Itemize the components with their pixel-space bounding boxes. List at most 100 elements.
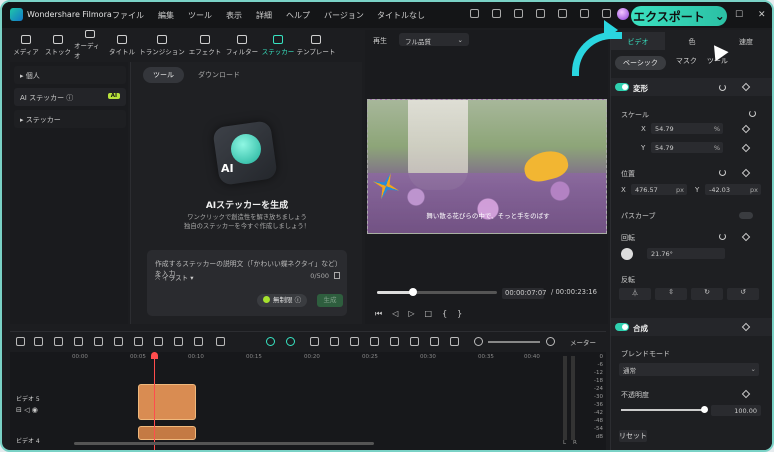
blend-mode-select[interactable]: 通常 ⌄ — [619, 363, 759, 376]
composite-toggle[interactable] — [615, 323, 629, 331]
cut-icon[interactable] — [114, 337, 123, 346]
scale-x-field[interactable]: 54.79% — [651, 123, 723, 134]
slider-knob[interactable] — [701, 406, 708, 413]
menu-version[interactable]: バージョン — [324, 10, 364, 21]
flip-horizontal-icon[interactable]: ⏃ — [619, 288, 651, 300]
record-icon[interactable] — [194, 337, 203, 346]
subtab-basic[interactable]: ベーシック — [615, 56, 666, 70]
rotate-right-icon[interactable]: ↻ — [691, 288, 723, 300]
undo-icon[interactable] — [54, 337, 63, 346]
position-y-field[interactable]: -42.03 px — [705, 184, 761, 195]
split-icon[interactable] — [350, 337, 359, 346]
microphone-icon[interactable] — [390, 337, 399, 346]
scale-y-field[interactable]: 54.79% — [651, 142, 723, 153]
reset-icon[interactable] — [719, 84, 726, 91]
reset-button[interactable]: リセット — [619, 430, 647, 442]
shield-icon[interactable] — [370, 337, 379, 346]
rotate-dial[interactable] — [621, 248, 633, 260]
list-icon[interactable] — [410, 337, 419, 346]
reset-icon[interactable] — [719, 233, 726, 240]
speed-icon[interactable] — [310, 337, 319, 346]
storage-icon[interactable] — [514, 9, 523, 18]
zoom-slider[interactable] — [488, 341, 540, 343]
keyframe-icon[interactable] — [741, 124, 751, 134]
path-curve-toggle[interactable] — [739, 212, 753, 219]
marker-icon[interactable] — [330, 337, 339, 346]
timeline-ruler[interactable]: 00:00 00:05 00:10 00:15 00:20 00:25 00:3… — [72, 352, 542, 366]
close-icon[interactable]: ✕ — [758, 10, 766, 20]
keyframe-icon[interactable] — [741, 232, 751, 242]
keyframe-icon[interactable] — [741, 82, 751, 92]
zoom-out-icon[interactable] — [474, 337, 483, 346]
sticker-clip[interactable] — [138, 384, 196, 420]
mark-out-icon[interactable]: } — [457, 309, 462, 319]
zoom-in-icon[interactable] — [546, 337, 555, 346]
ai-tool-icon[interactable] — [266, 337, 275, 346]
crop-icon[interactable] — [134, 337, 143, 346]
tool-stock[interactable]: ストック — [42, 30, 74, 60]
rotate-field[interactable]: 21.76° — [647, 248, 725, 259]
speed-ramp-icon[interactable] — [450, 337, 459, 346]
reset-icon[interactable] — [749, 110, 756, 117]
tab-tools[interactable]: ツール — [143, 67, 184, 83]
generate-button[interactable]: 生成 — [317, 294, 343, 307]
reset-icon[interactable] — [719, 169, 726, 176]
track-controls[interactable]: ⊟ ◁ ◉ — [16, 406, 38, 414]
delete-icon[interactable] — [94, 337, 103, 346]
tool-title[interactable]: タイトル — [106, 30, 138, 60]
play-icon[interactable]: ▷ — [408, 309, 414, 319]
tool-media[interactable]: メディア — [10, 30, 42, 60]
quality-select[interactable]: フル品質 ⌄ — [399, 33, 469, 46]
menu-view[interactable]: 表示 — [226, 10, 242, 21]
more-icon[interactable] — [216, 337, 225, 346]
flip-vertical-icon[interactable]: ⇳ — [655, 288, 687, 300]
menu-edit[interactable]: 編集 — [158, 10, 174, 21]
tool-template[interactable]: テンプレート — [296, 30, 336, 60]
maximize-icon[interactable]: ☐ — [735, 10, 743, 20]
rotate-left-icon[interactable]: ↺ — [727, 288, 759, 300]
snap-icon[interactable] — [286, 337, 295, 346]
tool-effects[interactable]: エフェクト — [186, 30, 224, 60]
select-tool-icon[interactable] — [34, 337, 43, 346]
tool-audio[interactable]: オーディオ — [74, 30, 106, 60]
tab-download[interactable]: ダウンロード — [190, 67, 248, 83]
trash-icon[interactable] — [334, 272, 340, 279]
avatar[interactable] — [617, 8, 629, 20]
meter-label[interactable]: メーター — [570, 337, 596, 347]
video-clip[interactable] — [138, 426, 196, 440]
keyframe-icon[interactable] — [741, 389, 751, 399]
video-preview[interactable]: 舞い散る花びらの中で、そっと手をのばす — [367, 99, 607, 234]
text-icon[interactable] — [174, 337, 183, 346]
opacity-field[interactable]: 100.00 — [711, 405, 761, 416]
prompt-box[interactable]: 作成するステッカーの説明文（「かわいい蝶ネクタイ」など）を入力 ⤧ イラスト ▾… — [147, 250, 347, 316]
tool-transition[interactable]: トランジション — [138, 30, 186, 60]
position-x-field[interactable]: 476.57 px — [631, 184, 687, 195]
video-caption[interactable]: 舞い散る花びらの中で、そっと手をのばす — [398, 210, 578, 220]
category-sticker[interactable]: ▸ ステッカー — [14, 110, 126, 128]
gift-icon[interactable] — [470, 9, 479, 18]
composite-section[interactable]: 合成 — [611, 318, 772, 336]
tool-sticker[interactable]: ステッカー — [260, 30, 296, 60]
category-ai-sticker[interactable]: AI ステッカー ⓘ AI — [14, 88, 126, 106]
scrubber-knob[interactable] — [409, 288, 417, 296]
headset-icon[interactable] — [580, 9, 589, 18]
menu-tools[interactable]: ツール — [188, 10, 212, 21]
menu-file[interactable]: ファイル — [112, 10, 144, 21]
transform-section[interactable]: 変形 — [611, 78, 772, 96]
image-icon[interactable] — [430, 337, 439, 346]
send-icon[interactable] — [492, 9, 501, 18]
prev-frame-icon[interactable]: ⏮ — [375, 309, 382, 319]
tool-filter[interactable]: フィルター — [224, 30, 260, 60]
tab-speed[interactable]: 速度 — [719, 32, 772, 50]
style-select[interactable]: ⤧ イラスト ▾ — [155, 272, 194, 283]
transform-toggle[interactable] — [615, 83, 629, 91]
keyframe-icon[interactable] — [741, 322, 751, 332]
audio-icon[interactable] — [154, 337, 163, 346]
keyframe-icon[interactable] — [741, 143, 751, 153]
credits-badge[interactable]: 無制限 ⓘ — [257, 294, 308, 307]
subtab-mask[interactable]: マスク — [676, 56, 697, 70]
playback-scrubber[interactable] — [377, 288, 497, 296]
save-icon[interactable] — [558, 9, 567, 18]
menu-help[interactable]: ヘルプ — [286, 10, 310, 21]
playhead[interactable] — [151, 352, 158, 450]
